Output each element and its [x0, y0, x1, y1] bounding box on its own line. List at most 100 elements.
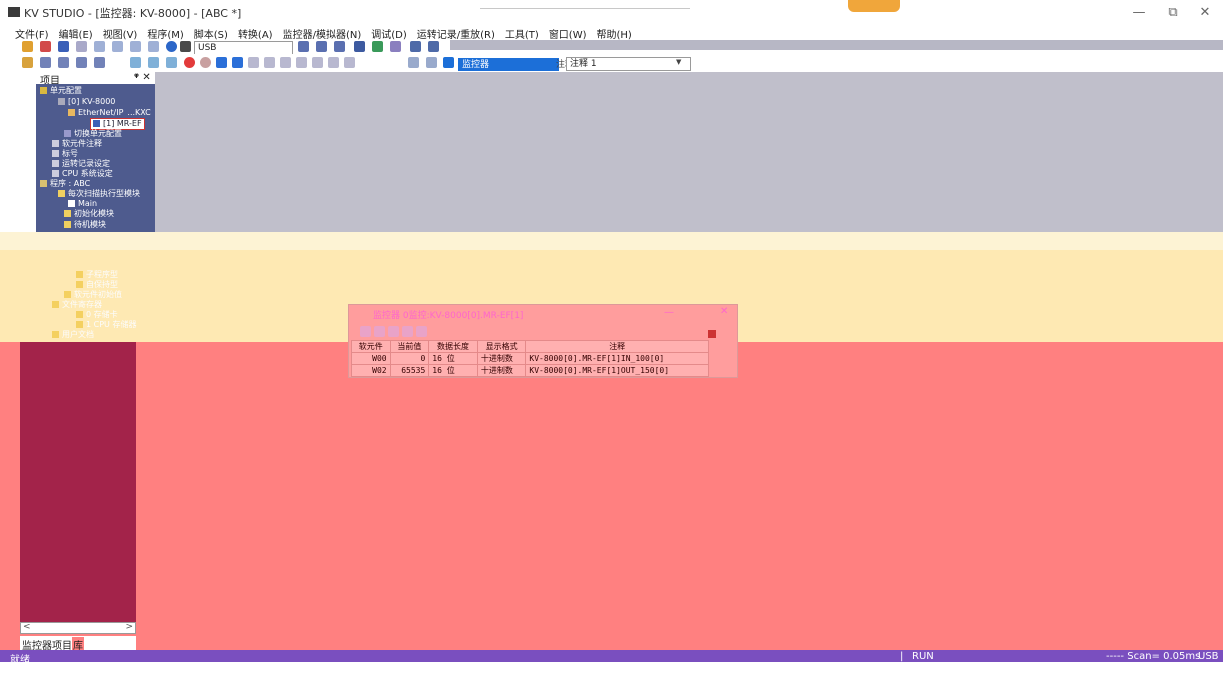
tree-ethernet-ip[interactable]: EtherNet/IP ...KXC [68, 108, 151, 118]
chevron-down-icon[interactable]: ▼ [676, 58, 681, 66]
cut-icon[interactable] [94, 41, 105, 52]
clock-icon[interactable] [426, 57, 437, 68]
read-plc-icon[interactable] [316, 41, 327, 52]
cell-value[interactable]: 65535 [389, 364, 430, 377]
tree-subroutine[interactable]: 子程序型 [76, 270, 118, 280]
move-up-icon[interactable] [388, 326, 399, 337]
add-device-icon[interactable] [360, 326, 371, 337]
down-icon[interactable] [328, 57, 339, 68]
menu-program[interactable]: 程序(M) [142, 24, 188, 41]
run-icon[interactable] [216, 57, 227, 68]
verify-icon[interactable] [334, 41, 345, 52]
monitor-minimize-button[interactable]: — [664, 307, 674, 318]
menu-replay[interactable]: 运转记录/重放(R) [412, 24, 500, 41]
record-off-icon[interactable] [200, 57, 211, 68]
new-icon[interactable] [22, 41, 33, 52]
cell-device[interactable]: W00 [351, 352, 391, 365]
tree-cpu-unit[interactable]: [0] KV-8000 [58, 97, 115, 107]
pin-close-icon[interactable]: ᵠ ✕ [134, 72, 151, 83]
device-icon[interactable] [410, 41, 421, 52]
menu-view[interactable]: 视图(V) [98, 24, 143, 41]
register-icon[interactable] [428, 41, 439, 52]
table-icon[interactable] [76, 57, 87, 68]
move-down-icon[interactable] [402, 326, 413, 337]
pause-icon[interactable] [248, 57, 259, 68]
col-device[interactable]: 软元件 [351, 340, 391, 353]
tree-scan-module[interactable]: 每次扫描执行型模块 [58, 189, 140, 199]
comment-select[interactable]: 注释 1 [566, 57, 691, 71]
monitor-mode-icon[interactable] [443, 57, 454, 68]
next-icon[interactable] [312, 57, 323, 68]
menu-window[interactable]: 窗口(W) [544, 24, 592, 41]
compare-icon[interactable] [166, 57, 177, 68]
port-select[interactable]: USB [194, 41, 293, 55]
record-icon[interactable] [184, 57, 195, 68]
table-row[interactable]: W02 65535 16 位 十进制数 KV-8000[0].MR-EF[1]O… [351, 364, 709, 377]
tree-device-comment[interactable]: 软元件注释 [52, 139, 102, 149]
maximize-button[interactable]: ⧉ [1158, 5, 1188, 21]
monitor-icon[interactable] [354, 41, 365, 52]
unlink-icon[interactable] [148, 57, 159, 68]
print-icon[interactable] [76, 41, 87, 52]
step-icon[interactable] [22, 57, 33, 68]
menu-help[interactable]: 帮助(H) [592, 24, 637, 41]
tree-label[interactable]: 标号 [52, 149, 78, 159]
tree-user-doc[interactable]: 用户文档 [52, 330, 94, 340]
scroll-right-icon[interactable]: > [125, 622, 133, 632]
menu-convert[interactable]: 转换(A) [233, 24, 278, 41]
tree-unit-config[interactable]: 单元配置 [40, 86, 82, 96]
undo-icon[interactable] [148, 41, 159, 52]
color-icon[interactable] [708, 330, 716, 338]
tree-program[interactable]: 程序 : ABC [40, 179, 90, 189]
delete-device-icon[interactable] [374, 326, 385, 337]
minimize-button[interactable]: — [1124, 5, 1154, 21]
window-icon[interactable] [94, 57, 105, 68]
menu-edit[interactable]: 编辑(E) [54, 24, 98, 41]
first-icon[interactable] [264, 57, 275, 68]
simulator-icon[interactable] [372, 41, 383, 52]
close-button[interactable]: ✕ [1190, 5, 1220, 21]
refresh-icon[interactable] [408, 57, 419, 68]
menu-debug[interactable]: 调试(D) [366, 24, 412, 41]
chart-icon[interactable] [390, 41, 401, 52]
menu-script[interactable]: 脚本(S) [189, 24, 233, 41]
cell-value[interactable]: 0 [389, 352, 430, 365]
help-icon[interactable] [166, 41, 177, 52]
tree-device-init[interactable]: 软元件初始值 [64, 290, 122, 300]
col-value[interactable]: 当前值 [389, 340, 430, 353]
col-format[interactable]: 显示格式 [476, 340, 527, 353]
horizontal-scrollbar[interactable]: < > [20, 622, 136, 634]
list-icon[interactable] [40, 57, 51, 68]
col-length[interactable]: 数据长度 [428, 340, 478, 353]
cell-device[interactable]: W02 [351, 364, 391, 377]
tree-main[interactable]: Main [68, 199, 97, 209]
table-row[interactable]: W00 0 16 位 十进制数 KV-8000[0].MR-EF[1]IN_10… [351, 352, 709, 365]
tree-file-register[interactable]: 文件寄存器 [52, 300, 102, 310]
link-icon[interactable] [130, 57, 141, 68]
tree-self-hold[interactable]: 自保持型 [76, 280, 118, 290]
monitor-close-button[interactable]: ✕ [720, 306, 728, 317]
menu-tools[interactable]: 工具(T) [500, 24, 544, 41]
monitor-mode-select[interactable]: 监控器 [458, 58, 559, 71]
cell-format[interactable]: 十进制数 [476, 352, 527, 365]
tree-standby-module[interactable]: 待机模块 [64, 220, 106, 230]
paste-icon[interactable] [130, 41, 141, 52]
last-icon[interactable] [344, 57, 355, 68]
copy-icon[interactable] [112, 41, 123, 52]
col-comment[interactable]: 注释 [525, 340, 709, 353]
tree-ops-record[interactable]: 运转记录设定 [52, 159, 110, 169]
tree-cpu-memory[interactable]: 1 CPU 存储器 [76, 320, 136, 330]
prev-icon[interactable] [296, 57, 307, 68]
tree-switch-unit[interactable]: 切换单元配置 [64, 129, 122, 139]
tree-cpu-setting[interactable]: CPU 系统设定 [52, 169, 113, 179]
grid-icon[interactable] [58, 57, 69, 68]
cell-format[interactable]: 十进制数 [476, 364, 527, 377]
stop-icon[interactable] [232, 57, 243, 68]
menu-file[interactable]: 文件(F) [0, 24, 54, 41]
tree-storage-card[interactable]: 0 存储卡 [76, 310, 118, 320]
settings-icon[interactable] [416, 326, 427, 337]
up-icon[interactable] [280, 57, 291, 68]
tree-init-module[interactable]: 初始化模块 [64, 209, 114, 219]
open-icon[interactable] [40, 41, 51, 52]
save-icon[interactable] [58, 41, 69, 52]
